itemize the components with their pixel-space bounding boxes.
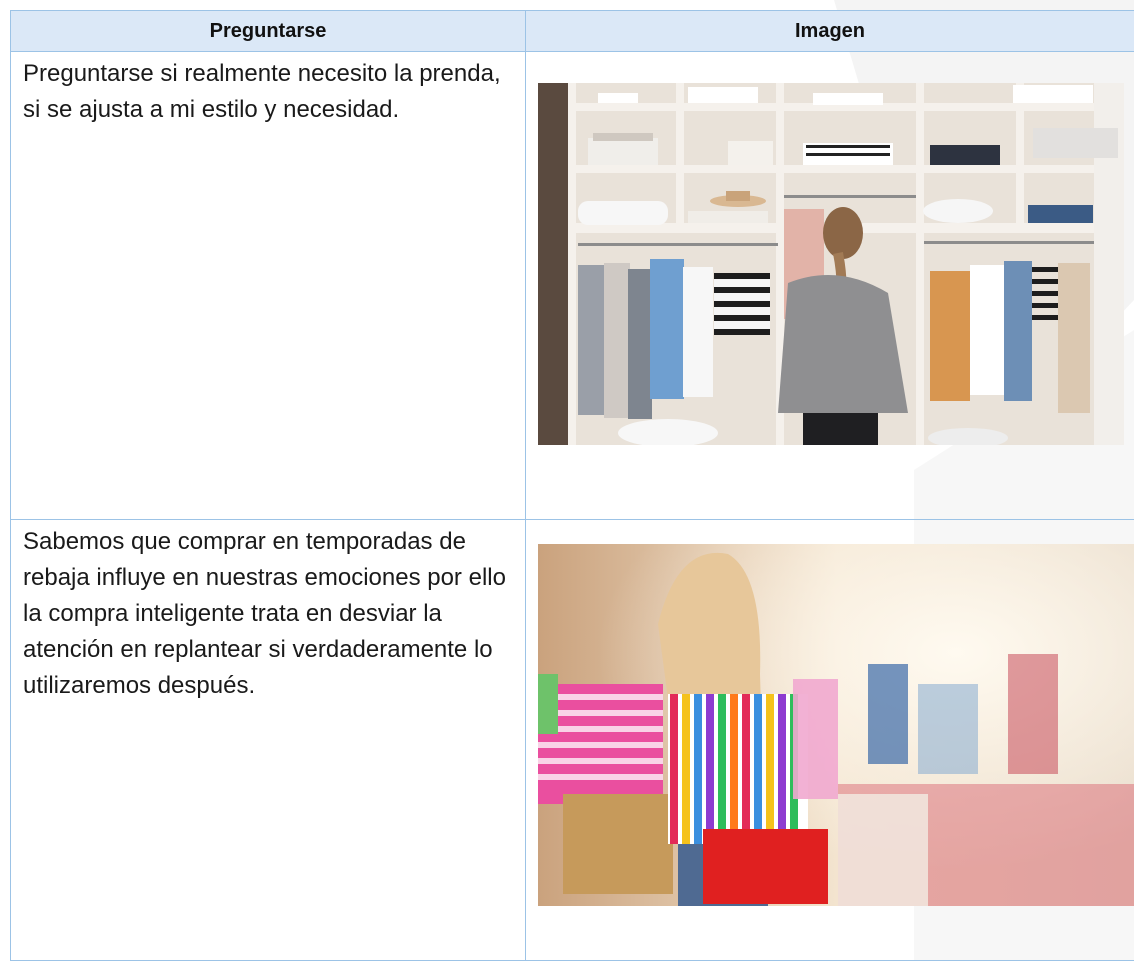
comparison-table: Preguntarse Imagen Preguntarse si realme… bbox=[10, 10, 1134, 961]
table-header-row: Preguntarse Imagen bbox=[10, 10, 1134, 52]
row-2-image-cell bbox=[525, 519, 1134, 961]
row-1-text: Preguntarse si realmente necesito la pre… bbox=[10, 51, 526, 520]
shopping-photo bbox=[538, 544, 1134, 906]
wardrobe-photo bbox=[538, 83, 1124, 445]
row-1-image-cell bbox=[525, 51, 1134, 520]
document-page: Preguntarse Imagen Preguntarse si realme… bbox=[0, 0, 1134, 961]
header-preguntarse: Preguntarse bbox=[10, 10, 526, 52]
row-2-text: Sabemos que comprar en temporadas de reb… bbox=[10, 519, 526, 961]
table-row: Preguntarse si realmente necesito la pre… bbox=[10, 51, 1134, 520]
header-imagen: Imagen bbox=[525, 10, 1134, 52]
table-row: Sabemos que comprar en temporadas de reb… bbox=[10, 519, 1134, 961]
